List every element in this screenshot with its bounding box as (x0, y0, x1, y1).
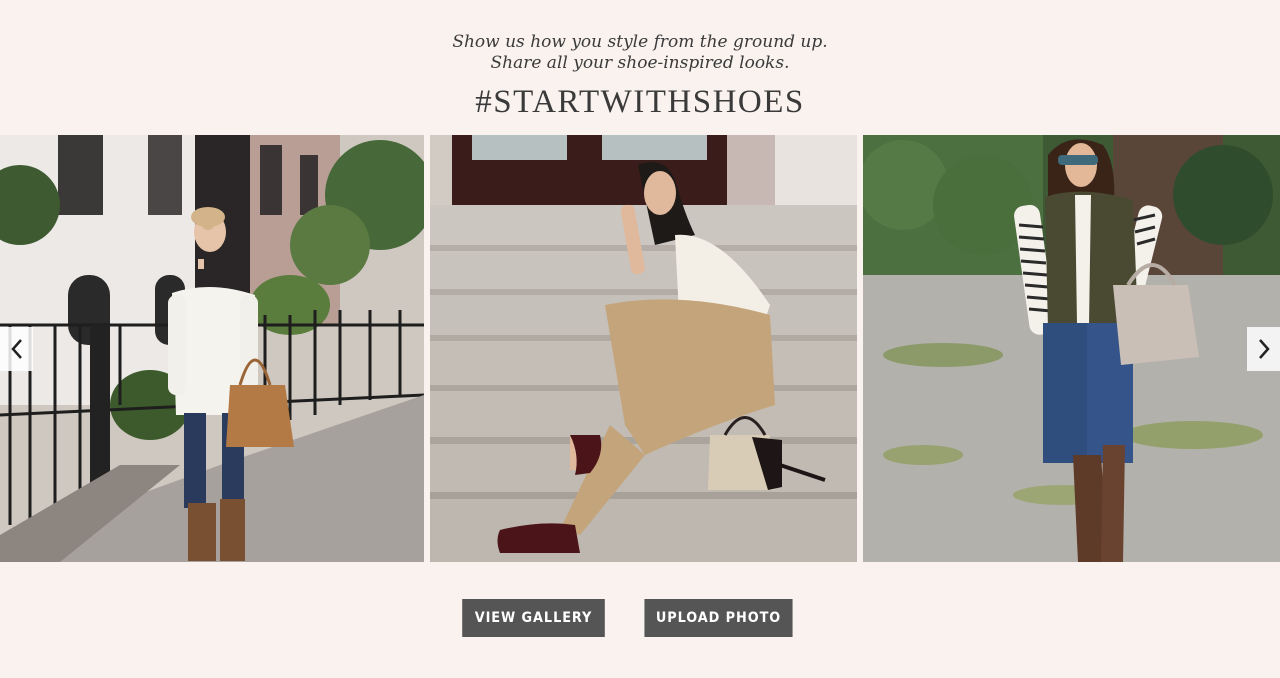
carousel-prev-button[interactable] (0, 327, 33, 371)
chevron-left-icon (10, 339, 22, 359)
gallery-photo-3[interactable] (863, 135, 1280, 562)
photo-carousel (0, 135, 1280, 562)
intro-line-1: Show us how you style from the ground up… (452, 32, 828, 52)
gallery-photo-1[interactable] (0, 135, 424, 562)
action-buttons: VIEW GALLERY UPLOAD PHOTO (0, 599, 1280, 637)
intro-line-2: Share all your shoe-inspired looks. (490, 53, 790, 73)
upload-photo-button[interactable]: UPLOAD PHOTO (644, 599, 793, 637)
hashtag-heading: #STARTWITHSHOES (475, 84, 805, 120)
carousel-next-button[interactable] (1247, 327, 1280, 371)
chevron-right-icon (1258, 339, 1270, 359)
intro-text: Show us how you style from the ground up… (0, 32, 1280, 74)
view-gallery-button[interactable]: VIEW GALLERY (462, 599, 605, 637)
gallery-photo-2[interactable] (430, 135, 857, 562)
